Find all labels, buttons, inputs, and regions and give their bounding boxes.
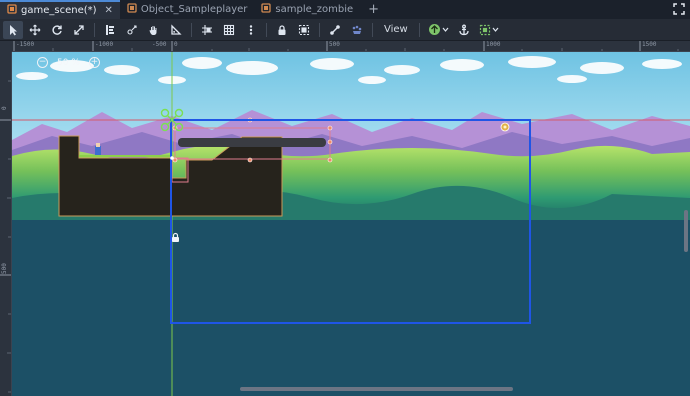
pan-tool-button[interactable] (144, 21, 164, 39)
toolbar-separator (191, 22, 192, 37)
snap-icon (479, 24, 490, 35)
tab-label: sample_zombie (275, 4, 354, 15)
grid-snap-icon (223, 24, 235, 35)
lock-icon (172, 232, 179, 242)
ruler-label: -1500 (16, 41, 35, 48)
scene-icon (127, 3, 137, 16)
move-tool-button[interactable] (25, 21, 45, 39)
anchor-presets-dropdown[interactable] (425, 21, 452, 39)
add-tab-button[interactable]: + (360, 0, 387, 19)
pivot-tool-icon (127, 24, 137, 35)
toolbar-separator (418, 22, 420, 37)
pan-tool-icon (149, 25, 157, 35)
ruler-tool-icon (171, 23, 182, 35)
zoom-control: − 50 % + (37, 57, 100, 68)
anchor-icon (459, 24, 469, 35)
canvas-viewport[interactable]: − 50 % + (12, 52, 690, 396)
ruler-label: 1500 (642, 41, 657, 48)
ruler-label: 0 (174, 41, 178, 48)
selectable-list-button[interactable] (100, 21, 120, 39)
skeleton-icon (330, 24, 340, 35)
particles-button[interactable] (347, 21, 367, 39)
horizontal-scrollbar[interactable] (240, 387, 513, 391)
more-options-button[interactable] (241, 21, 261, 39)
fullscreen-icon[interactable] (672, 2, 686, 16)
vertical-ruler: 0 500 (0, 52, 12, 396)
scene-canvas (12, 52, 690, 396)
group-icon (298, 24, 310, 35)
ruler-label: -1000 (95, 41, 114, 48)
tab-label: Object_Sampleplayer (140, 4, 248, 15)
tab-game-scene[interactable]: game_scene(*) ✕ (0, 0, 120, 19)
ruler-label: 1000 (486, 41, 501, 48)
node-origin-marker (170, 156, 174, 160)
group-button[interactable] (294, 21, 314, 39)
chevron-down-icon (442, 27, 449, 32)
toolbar-separator (372, 22, 373, 37)
lock-button[interactable] (272, 21, 292, 39)
position-icon (428, 24, 440, 35)
particles-icon (352, 25, 362, 34)
ruler-tool-button[interactable] (166, 21, 186, 39)
select-tool-button[interactable] (3, 20, 23, 39)
vertical-scrollbar[interactable] (684, 210, 688, 252)
ruler-label: -500 (152, 41, 167, 48)
toolbar-separator (319, 22, 320, 37)
select-tool-icon (10, 24, 17, 35)
rotate-tool-icon (52, 24, 62, 35)
ruler-label: 500 (1, 263, 8, 274)
ruler-label: 500 (329, 41, 340, 48)
snap-options-dropdown[interactable] (476, 21, 502, 39)
coin-sprite[interactable] (500, 122, 510, 132)
rotate-tool-button[interactable] (47, 21, 67, 39)
zoom-out-button[interactable]: − (37, 57, 48, 68)
zoom-in-button[interactable]: + (88, 57, 100, 68)
chevron-down-icon (492, 27, 499, 32)
tab-label: game_scene(*) (21, 5, 97, 16)
smart-snap-button[interactable] (197, 21, 217, 39)
pivot-tool-button[interactable] (122, 21, 142, 39)
platform-node[interactable] (178, 138, 326, 147)
ruler-corner (0, 41, 12, 52)
scale-tool-icon (74, 24, 84, 35)
selectable-list-icon (106, 24, 114, 35)
tab-sample-zombie[interactable]: sample_zombie (254, 0, 360, 19)
anchor-button[interactable] (454, 21, 474, 39)
tab-object-sampleplayer[interactable]: Object_Sampleplayer (120, 0, 255, 19)
close-tab-icon[interactable]: ✕ (105, 5, 113, 16)
smart-snap-icon (202, 24, 212, 35)
ruler-ticks (0, 80, 11, 393)
view-menu[interactable]: View (378, 21, 414, 39)
zoom-level[interactable]: 50 % (57, 58, 80, 68)
toolbar-separator (266, 22, 267, 37)
more-options-icon (249, 24, 253, 35)
move-tool-icon (29, 24, 41, 35)
scene-tab-bar: game_scene(*) ✕ Object_Sampleplayer samp… (0, 0, 690, 19)
ruler-ticks (13, 41, 679, 51)
horizontal-ruler: -1500 -1000 -500 0 500 1000 1500 (12, 41, 690, 52)
scene-icon (7, 4, 17, 17)
scale-tool-button[interactable] (69, 21, 89, 39)
canvas-toolbar: View (0, 19, 690, 41)
skeleton-button[interactable] (325, 21, 345, 39)
ruler-label: 0 (1, 106, 8, 110)
lock-icon (278, 24, 286, 35)
grid-snap-button[interactable] (219, 21, 239, 39)
scene-icon (261, 3, 272, 16)
toolbar-separator (94, 22, 95, 37)
